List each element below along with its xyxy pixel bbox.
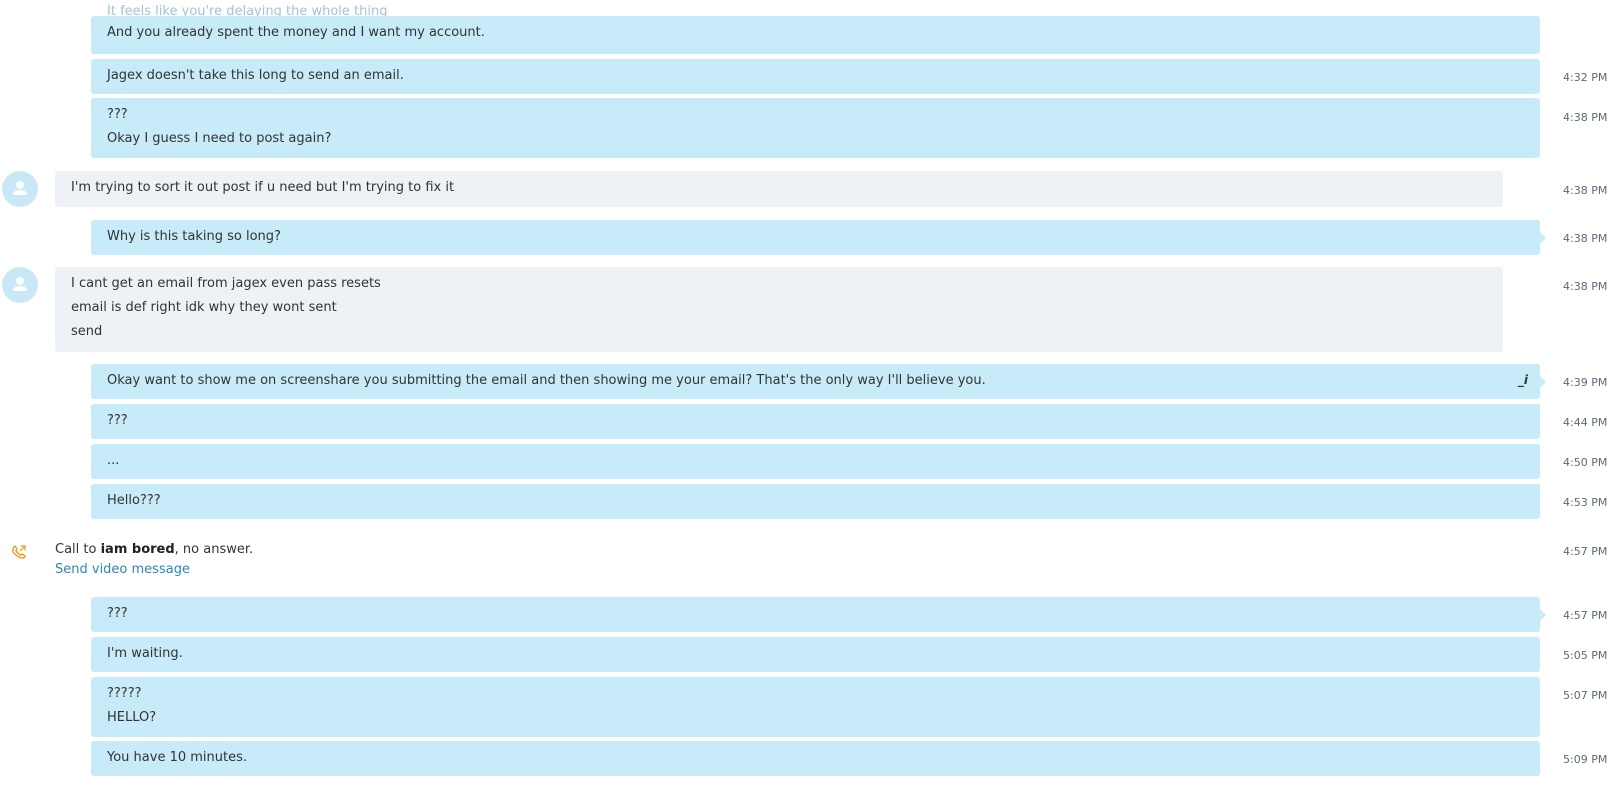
contact-avatar[interactable] xyxy=(2,267,38,303)
phone-outgoing-icon xyxy=(12,545,26,559)
message-bubble-outgoing[interactable]: I'm waiting. xyxy=(91,637,1540,672)
call-suffix: , no answer. xyxy=(174,542,254,557)
message-bubble-outgoing[interactable]: ??? Okay I guess I need to post again? xyxy=(91,98,1540,158)
message-timestamp: 4:38 PM xyxy=(1563,280,1608,293)
message-bubble-outgoing[interactable]: Jagex doesn't take this long to send an … xyxy=(91,59,1540,94)
message-text: I'm trying to sort it out post if u need… xyxy=(71,180,455,195)
person-icon xyxy=(13,181,27,195)
message-text: I'm waiting. xyxy=(107,646,183,661)
message-text: ??? xyxy=(107,107,128,122)
conversation-history[interactable]: It feels like you're delaying the whole … xyxy=(0,0,1612,811)
message-timestamp: 4:38 PM xyxy=(1563,232,1608,245)
message-timestamp: 4:39 PM xyxy=(1563,376,1608,389)
message-bubble-outgoing[interactable]: Why is this taking so long? xyxy=(91,220,1546,255)
edit-icon[interactable]: _i xyxy=(1518,373,1528,387)
message-timestamp: 5:09 PM xyxy=(1563,753,1608,766)
call-prefix: Call to xyxy=(55,542,101,557)
message-text: Okay want to show me on screenshare you … xyxy=(107,373,986,388)
message-bubble-outgoing[interactable]: ????? HELLO? xyxy=(91,677,1540,737)
message-bubble-outgoing[interactable]: Hello??? xyxy=(91,484,1540,519)
message-timestamp: 4:38 PM xyxy=(1563,184,1608,197)
message-bubble-outgoing[interactable]: ??? xyxy=(91,597,1546,632)
message-text: send xyxy=(71,324,103,339)
message-bubble-outgoing[interactable]: And you already spent the money and I wa… xyxy=(91,16,1540,54)
message-text: Hello??? xyxy=(107,493,161,508)
message-text: ??? xyxy=(107,413,128,428)
message-timestamp: 4:38 PM xyxy=(1563,111,1608,124)
message-bubble-incoming[interactable]: I'm trying to sort it out post if u need… xyxy=(55,171,1503,207)
message-text: I cant get an email from jagex even pass… xyxy=(71,276,381,291)
message-text: And you already spent the money and I wa… xyxy=(107,25,485,40)
send-video-message-link[interactable]: Send video message xyxy=(55,562,190,577)
message-bubble-outgoing[interactable]: You have 10 minutes. xyxy=(91,741,1540,776)
message-text: Why is this taking so long? xyxy=(107,229,281,244)
message-text: You have 10 minutes. xyxy=(107,750,247,765)
message-text: ????? xyxy=(107,686,142,701)
message-timestamp: 4:53 PM xyxy=(1563,496,1608,509)
call-event: Call to iam bored, no answer. Send video… xyxy=(0,540,1612,580)
message-timestamp: 5:07 PM xyxy=(1563,689,1608,702)
message-timestamp: 5:05 PM xyxy=(1563,649,1608,662)
message-timestamp: 4:50 PM xyxy=(1563,456,1608,469)
message-text: HELLO? xyxy=(107,710,157,725)
message-text: Okay I guess I need to post again? xyxy=(107,131,332,146)
message-bubble-outgoing[interactable]: ??? xyxy=(91,404,1540,439)
message-bubble-incoming[interactable]: I cant get an email from jagex even pass… xyxy=(55,267,1503,352)
call-status-text: Call to iam bored, no answer. xyxy=(55,542,253,557)
message-bubble-outgoing[interactable]: Okay want to show me on screenshare you … xyxy=(91,364,1546,399)
message-bubble-outgoing[interactable]: ... xyxy=(91,444,1540,479)
message-text: ??? xyxy=(107,606,128,621)
contact-avatar[interactable] xyxy=(2,171,38,207)
call-contact-name: iam bored xyxy=(100,542,175,557)
call-timestamp: 4:57 PM xyxy=(1563,545,1608,558)
message-timestamp: 4:44 PM xyxy=(1563,416,1608,429)
message-text: email is def right idk why they wont sen… xyxy=(71,300,337,315)
message-text: ... xyxy=(107,453,120,468)
message-text: Jagex doesn't take this long to send an … xyxy=(107,68,404,83)
person-icon xyxy=(13,277,27,291)
message-timestamp: 4:57 PM xyxy=(1563,609,1608,622)
message-timestamp: 4:32 PM xyxy=(1563,71,1608,84)
